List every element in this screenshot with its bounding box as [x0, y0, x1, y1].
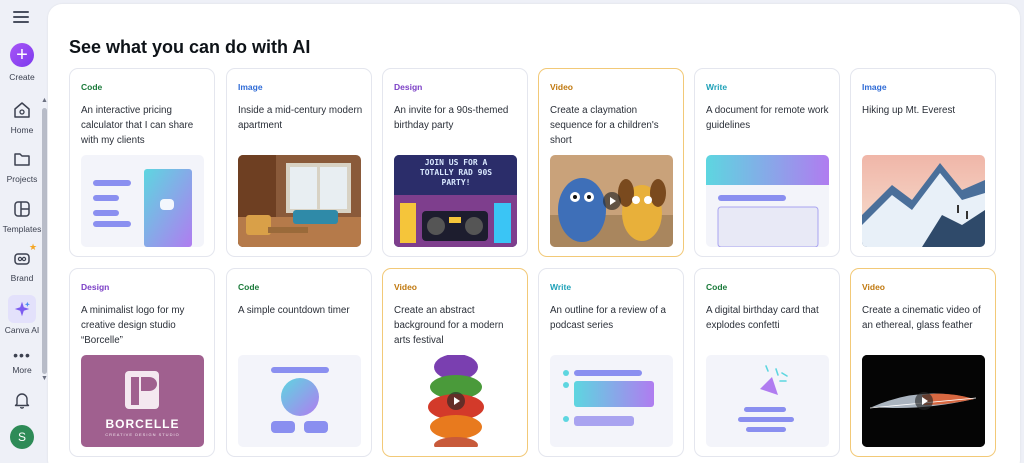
- sidebar-item-home[interactable]: Home: [0, 100, 44, 135]
- main-panel: See what you can do with AI Code An inte…: [48, 4, 1020, 463]
- card-thumbnail: [81, 155, 204, 247]
- card-category: Write: [550, 282, 572, 292]
- card-description: Inside a mid-century modern apartment: [238, 105, 363, 131]
- card-category: Video: [550, 82, 573, 92]
- card-description: A document for remote work guidelines: [706, 105, 829, 131]
- bell-icon: [14, 393, 30, 409]
- scroll-down-arrow[interactable]: ▼: [41, 375, 48, 382]
- sidebar-item-label: More: [12, 365, 32, 375]
- templates-icon: [14, 201, 30, 217]
- card-thumbnail: [394, 355, 517, 447]
- page-title: See what you can do with AI: [69, 37, 311, 57]
- more-icon: •••: [13, 347, 31, 363]
- sidebar-item-label: Canva AI: [4, 325, 40, 335]
- home-icon: [14, 102, 30, 118]
- ai-suggestion-card[interactable]: Video Create an abstract background for …: [382, 268, 528, 457]
- card-description: A minimalist logo for my creative design…: [81, 305, 185, 346]
- card-description: Create a claymation sequence for a child…: [550, 105, 659, 146]
- card-description: Hiking up Mt. Everest: [862, 105, 956, 116]
- scroll-up-arrow[interactable]: ▲: [41, 97, 48, 104]
- ai-suggestion-card[interactable]: Video Create a claymation sequence for a…: [538, 68, 684, 257]
- sidebar-item-canva-ai[interactable]: Canva AI: [0, 295, 44, 335]
- notifications-button[interactable]: [0, 390, 44, 410]
- sidebar-item-label: Projects: [6, 174, 38, 184]
- card-thumbnail: [862, 355, 985, 447]
- card-description: A simple countdown timer: [238, 305, 350, 316]
- card-thumbnail: [550, 155, 673, 247]
- folder-icon: [14, 153, 30, 166]
- ai-suggestion-card[interactable]: Code A simple countdown timer: [226, 268, 372, 457]
- sidebar-item-templates[interactable]: Templates: [0, 199, 44, 234]
- card-description: Create a cinematic video of an ethereal,…: [862, 305, 981, 331]
- card-category: Design: [394, 82, 423, 92]
- sidebar-item-projects[interactable]: Projects: [0, 149, 44, 184]
- sidebar-item-label: Home: [10, 125, 34, 135]
- card-description: An invite for a 90s-themed birthday part…: [394, 105, 509, 131]
- ai-suggestion-card[interactable]: Image Inside a mid-century modern apartm…: [226, 68, 372, 257]
- card-category: Code: [706, 282, 728, 292]
- play-icon[interactable]: [914, 392, 933, 410]
- avatar: S: [10, 425, 34, 449]
- card-category: Write: [706, 82, 728, 92]
- card-category: Image: [238, 82, 263, 92]
- card-thumbnail: [706, 155, 829, 247]
- card-thumbnail: JOIN US FOR A TOTALLY RAD 90S PARTY!: [394, 155, 517, 247]
- card-thumbnail: [706, 355, 829, 447]
- sparkle-icon: [8, 295, 36, 323]
- sidebar: + Create Home Projects Templates ★ Brand…: [0, 0, 44, 463]
- logo-text: BORCELLE: [105, 417, 180, 431]
- sidebar-item-label: Templates: [2, 224, 42, 234]
- ai-suggestion-card[interactable]: Image Hiking up Mt. Everest: [850, 68, 996, 257]
- card-thumbnail: BORCELLE CREATIVE DESIGN STUDIO: [81, 355, 204, 447]
- plus-icon: +: [10, 43, 34, 67]
- card-category: Code: [238, 282, 260, 292]
- ai-suggestion-card[interactable]: Write An outline for a review of a podca…: [538, 268, 684, 457]
- ai-suggestion-card[interactable]: Write A document for remote work guideli…: [694, 68, 840, 257]
- card-category: Video: [394, 282, 417, 292]
- card-category: Video: [862, 282, 885, 292]
- menu-icon[interactable]: [13, 11, 29, 25]
- sidebar-item-more[interactable]: ••• More: [0, 347, 44, 375]
- invite-text: JOIN US FOR A TOTALLY RAD 90S PARTY!: [419, 158, 493, 187]
- card-category: Design: [81, 282, 110, 292]
- card-description: Create an abstract background for a mode…: [394, 305, 504, 346]
- card-description: An outline for a review of a podcast ser…: [550, 305, 666, 331]
- card-thumbnail: [862, 155, 985, 247]
- card-description: A digital birthday card that explodes co…: [706, 305, 819, 331]
- sidebar-item-brand[interactable]: ★ Brand: [0, 243, 44, 284]
- ai-suggestion-card[interactable]: Design A minimalist logo for my creative…: [69, 268, 215, 457]
- card-thumbnail: [238, 155, 361, 247]
- ai-suggestion-card[interactable]: Video Create a cinematic video of an eth…: [850, 268, 996, 457]
- ai-suggestion-card[interactable]: Code An interactive pricing calculator t…: [69, 68, 215, 257]
- sidebar-item-label: Create: [9, 72, 35, 82]
- card-category: Code: [81, 82, 103, 92]
- sidebar-item-label: Brand: [10, 273, 34, 283]
- card-description: An interactive pricing calculator that I…: [81, 105, 194, 146]
- card-category: Image: [862, 82, 887, 92]
- crown-icon: ★: [29, 242, 38, 252]
- ai-suggestion-card[interactable]: Code A digital birthday card that explod…: [694, 268, 840, 457]
- card-thumbnail: [550, 355, 673, 447]
- play-icon[interactable]: [602, 192, 621, 210]
- sidebar-item-create[interactable]: + Create: [0, 43, 44, 82]
- card-thumbnail: [238, 355, 361, 447]
- logo-subtext: CREATIVE DESIGN STUDIO: [105, 432, 180, 437]
- play-icon[interactable]: [446, 392, 465, 410]
- user-avatar-button[interactable]: S: [0, 425, 44, 449]
- scrollbar-thumb[interactable]: [42, 108, 47, 374]
- ai-suggestion-card[interactable]: Design An invite for a 90s-themed birthd…: [382, 68, 528, 257]
